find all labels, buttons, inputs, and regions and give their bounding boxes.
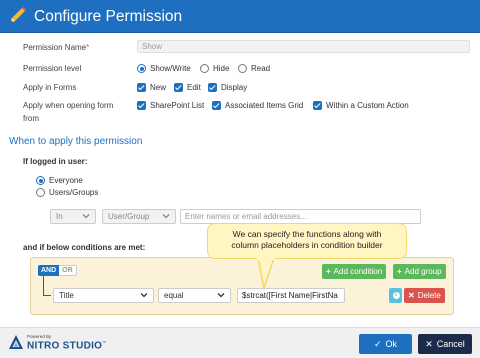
chevron-down-icon	[217, 293, 225, 298]
users-groups-radio[interactable]: Users/Groups	[36, 188, 98, 197]
query-builder	[30, 257, 454, 315]
form-edit-checkbox[interactable]: Edit	[174, 83, 201, 92]
powered-by-label: Powered By	[27, 334, 52, 339]
level-read-radio[interactable]: Read	[238, 64, 270, 73]
checkbox-box[interactable]	[212, 101, 221, 110]
dialog-title: Configure Permission	[34, 8, 183, 25]
check-icon: ✓	[373, 338, 382, 349]
associated-items-grid-checkbox[interactable]: Associated Items Grid	[212, 101, 303, 110]
chevron-down-icon	[82, 214, 90, 219]
field-select[interactable]: Title	[53, 288, 154, 303]
nitro-logo-icon	[9, 335, 23, 349]
everyone-radio[interactable]: Everyone	[36, 176, 83, 185]
plus-circle-icon: +	[326, 267, 331, 276]
group-connector-line	[43, 276, 51, 296]
sharepoint-list-checkbox[interactable]: SharePoint List	[137, 101, 204, 110]
level-hide-radio[interactable]: Hide	[200, 64, 229, 73]
callout-note: We can specify the functions along with …	[207, 223, 407, 259]
dialog-header: Configure Permission	[0, 0, 480, 33]
add-group-button[interactable]: + Add group	[393, 264, 446, 279]
permission-name-label: Permission Name*	[23, 43, 90, 52]
info-icon: i	[392, 291, 400, 299]
apply-when-opening-label: Apply when opening form from	[23, 101, 114, 123]
cancel-button[interactable]: ✕ Cancel	[418, 334, 472, 354]
x-icon: ✕	[425, 338, 433, 349]
and-button[interactable]: AND	[38, 265, 60, 276]
x-icon: ✕	[408, 291, 415, 300]
radio-dot[interactable]	[36, 188, 45, 197]
ok-button[interactable]: ✓ Ok	[359, 334, 412, 354]
conditions-label: and if below conditions are met:	[23, 243, 146, 252]
users-input[interactable]: Enter names or email addresses...	[180, 209, 421, 224]
level-show-write-radio[interactable]: Show/Write	[137, 64, 191, 73]
permission-level-label: Permission level	[23, 64, 82, 73]
checkbox-box[interactable]	[208, 83, 217, 92]
operator-select[interactable]: equal	[158, 288, 231, 303]
section-title: When to apply this permission	[9, 136, 143, 147]
logged-in-label: If logged in user:	[23, 157, 88, 166]
form-display-checkbox[interactable]: Display	[208, 83, 247, 92]
checkbox-box[interactable]	[137, 83, 146, 92]
apply-in-forms-label: Apply in Forms	[23, 83, 77, 92]
in-select[interactable]: In	[50, 209, 96, 224]
and-or-toggle: AND OR	[38, 265, 77, 276]
chevron-down-icon	[162, 214, 170, 219]
or-button[interactable]: OR	[59, 265, 77, 276]
callout-pointer	[257, 258, 275, 290]
user-group-select[interactable]: User/Group	[102, 209, 176, 224]
add-condition-button[interactable]: + Add condition	[322, 264, 387, 279]
delete-button[interactable]: ✕ Delete	[404, 288, 445, 303]
checkbox-box[interactable]	[313, 101, 322, 110]
form-new-checkbox[interactable]: New	[137, 83, 166, 92]
custom-action-checkbox[interactable]: Within a Custom Action	[313, 101, 409, 110]
radio-dot[interactable]	[238, 64, 247, 73]
brand-name: NITRO STUDIO™	[27, 340, 107, 352]
radio-dot[interactable]	[137, 64, 146, 73]
info-button[interactable]: i	[389, 288, 402, 303]
plus-circle-icon: +	[397, 267, 402, 276]
radio-dot[interactable]	[200, 64, 209, 73]
condition-value-input[interactable]: $strcat([First Name|FirstNa	[237, 288, 345, 303]
radio-dot[interactable]	[36, 176, 45, 185]
chevron-down-icon	[140, 293, 148, 298]
checkbox-box[interactable]	[174, 83, 183, 92]
pencil-icon	[10, 6, 27, 23]
permission-name-input[interactable]: Show	[137, 40, 470, 53]
checkbox-box[interactable]	[137, 101, 146, 110]
